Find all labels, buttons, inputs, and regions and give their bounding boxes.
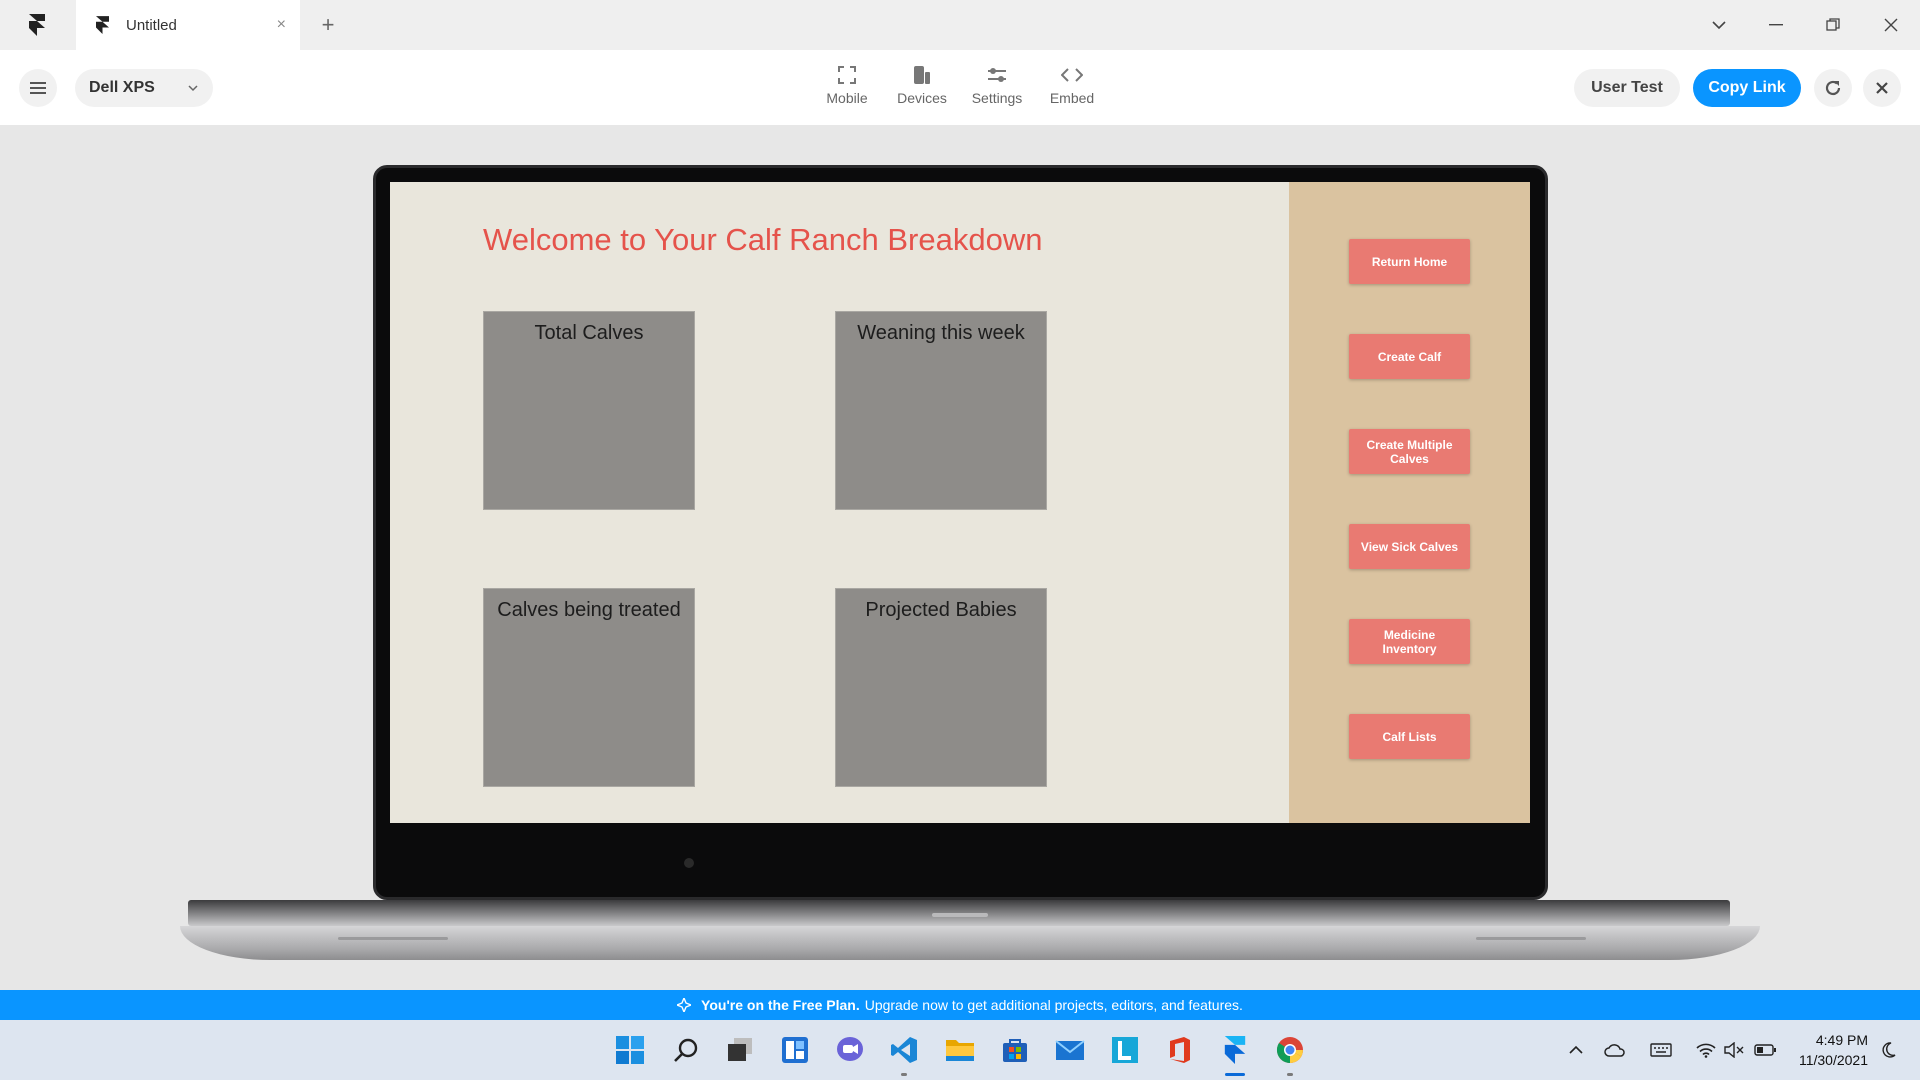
card-total-calves[interactable]: Total Calves [483,311,695,510]
side-nav-panel: Return Home Create Calf Create Multiple … [1289,182,1530,823]
medicine-inventory-button[interactable]: Medicine Inventory [1349,619,1470,664]
tool-devices[interactable]: Devices [887,62,957,114]
widgets-icon[interactable] [777,1032,813,1068]
windows-start-icon[interactable] [612,1032,648,1068]
free-plan-banner[interactable]: You're on the Free Plan. Upgrade now to … [0,990,1920,1020]
card-label: Projected Babies [865,599,1017,621]
tool-settings-label: Settings [971,90,1023,106]
user-test-button[interactable]: User Test [1574,69,1680,107]
refresh-button[interactable] [1814,69,1852,107]
close-preview-button[interactable] [1863,69,1901,107]
windows-taskbar: 4:49 PM 11/30/2021 [0,1020,1920,1080]
running-indicator [901,1073,907,1076]
clock-date: 11/30/2021 [1798,1052,1868,1068]
tool-embed-label: Embed [1049,90,1095,106]
preview-canvas: Welcome to Your Calf Ranch Breakdown Tot… [0,125,1920,990]
running-indicator [1287,1073,1293,1076]
battery-icon[interactable] [1753,1039,1777,1061]
vscode-icon[interactable] [886,1032,922,1068]
framer-tab-icon [96,16,114,34]
restore-icon[interactable] [1813,10,1853,40]
hamburger-menu-button[interactable] [19,69,57,107]
file-explorer-icon[interactable] [942,1032,978,1068]
device-select[interactable]: Dell XPS [75,69,213,107]
chevron-down-icon[interactable] [1699,10,1739,40]
calf-lists-button[interactable]: Calf Lists [1349,714,1470,759]
close-window-icon[interactable] [1871,10,1911,40]
l-app-icon[interactable] [1107,1032,1143,1068]
card-label: Total Calves [534,322,644,344]
device-name: Dell XPS [89,79,155,96]
base-groove [1476,937,1586,940]
wifi-icon[interactable] [1694,1039,1718,1061]
tool-settings[interactable]: Settings [962,62,1032,114]
tool-embed[interactable]: Embed [1037,62,1107,114]
system-clock[interactable]: 4:49 PM 11/30/2021 [1788,1030,1868,1070]
copy-link-button[interactable]: Copy Link [1693,69,1801,107]
mobile-frame-icon [838,62,856,88]
create-multiple-calves-button[interactable]: Create Multiple Calves [1349,429,1470,474]
refresh-icon [1825,80,1841,96]
browser-tab-bar: Untitled × + [0,0,1920,50]
return-home-button[interactable]: Return Home [1349,239,1470,284]
focus-assist-moon-icon[interactable] [1876,1039,1900,1061]
sparkle-icon [677,998,692,1012]
laptop-base [180,926,1760,960]
card-label: Calves being treated [497,599,681,621]
plan-status: You're on the Free Plan. [701,997,860,1013]
framer-logo-icon[interactable] [22,11,52,39]
active-app-indicator [1225,1073,1245,1076]
embed-code-icon [1061,62,1083,88]
dashboard-title: Welcome to Your Calf Ranch Breakdown [483,222,1043,257]
minimize-icon[interactable] [1756,10,1796,40]
office-icon[interactable] [1162,1032,1198,1068]
preview-toolbar: Dell XPS Mobile Devices Settings Embed U… [0,50,1920,125]
tab-untitled[interactable]: Untitled × [76,0,300,50]
devices-icon [913,62,931,88]
keyboard-icon[interactable] [1649,1039,1673,1061]
card-projected-babies[interactable]: Projected Babies [835,588,1047,787]
tool-mobile[interactable]: Mobile [812,62,882,114]
tool-devices-label: Devices [897,90,947,106]
chrome-icon[interactable] [1272,1032,1308,1068]
upgrade-message: Upgrade now to get additional projects, … [864,997,1243,1013]
laptop-camera [684,858,694,868]
volume-muted-icon[interactable] [1722,1039,1746,1061]
framer-icon[interactable] [1217,1032,1253,1068]
tab-title: Untitled [126,16,177,34]
new-tab-button[interactable]: + [314,11,342,39]
clock-time: 4:49 PM [1815,1032,1868,1048]
base-groove [338,937,448,940]
card-label: Weaning this week [857,322,1025,344]
show-hidden-icons-icon[interactable] [1564,1039,1588,1061]
microsoft-store-icon[interactable] [997,1032,1033,1068]
settings-sliders-icon [987,62,1007,88]
close-icon [1876,82,1888,94]
view-sick-calves-button[interactable]: View Sick Calves [1349,524,1470,569]
card-calves-being-treated[interactable]: Calves being treated [483,588,695,787]
mail-icon[interactable] [1052,1032,1088,1068]
laptop-notch [932,913,988,917]
chat-icon[interactable] [832,1032,868,1068]
onedrive-icon[interactable] [1603,1039,1627,1061]
search-icon[interactable] [668,1032,704,1068]
create-calf-button[interactable]: Create Calf [1349,334,1470,379]
hamburger-icon [30,82,46,94]
chevron-down-icon [187,81,199,99]
tab-close-icon[interactable]: × [277,16,286,34]
task-view-icon[interactable] [722,1032,758,1068]
card-weaning-this-week[interactable]: Weaning this week [835,311,1047,510]
tool-mobile-label: Mobile [826,90,868,106]
prototype-screen: Welcome to Your Calf Ranch Breakdown Tot… [390,182,1530,823]
